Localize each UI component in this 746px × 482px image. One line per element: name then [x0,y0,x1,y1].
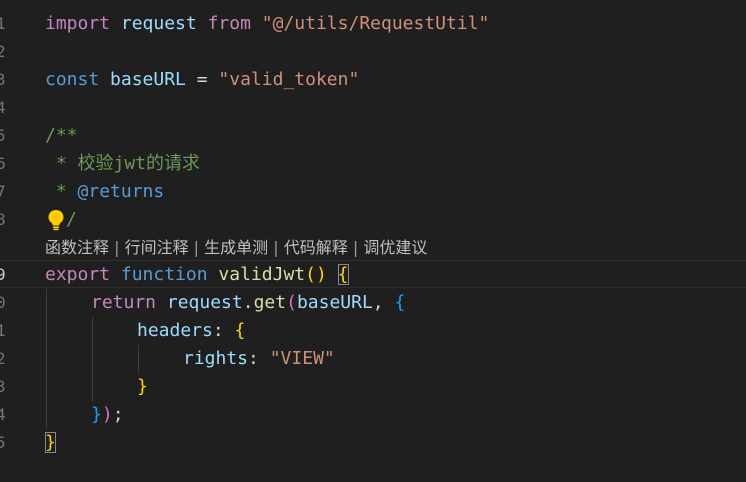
keyword-return: return [91,292,157,313]
code-line-15[interactable]: } [45,429,56,457]
keyword-from: from [207,13,251,34]
keyword-const: const [45,69,100,90]
code-line-12[interactable]: rights: "VIEW" [183,345,335,373]
codelens-generate-unit-test[interactable]: 生成单测 [204,238,268,257]
codelens-separator: | [347,238,364,257]
headers-open-brace: { [234,320,246,341]
comment-open: /** [45,125,78,146]
colon: : [248,348,259,369]
indent-guide [46,289,47,429]
identifier-request: request [166,292,243,313]
line-number: 8 [0,210,6,229]
code-line-1[interactable]: import request from "@/utils/RequestUtil… [45,10,489,38]
identifier-baseurl: baseURL [110,69,186,90]
function-name-validjwt: validJwt [218,264,306,285]
codelens-separator: | [268,238,284,257]
lightbulb-icon[interactable] [47,209,65,231]
code-line-7[interactable]: * @returns [45,178,164,206]
code-line-9[interactable]: export function validJwt() { [45,261,349,289]
code-line-11[interactable]: headers: { [137,317,245,345]
string-baseurl-value: "valid_token" [218,69,360,90]
codelens-separator: | [188,238,205,257]
call-close-paren: ) [101,404,113,425]
code-line-14[interactable]: }); [91,401,124,429]
line-number: 3 [0,70,6,89]
code-line-5[interactable]: /** [45,122,78,150]
line-number: 5 [0,126,6,145]
codelens-bar: 函数注释 | 行间注释 | 生成单测 | 代码解释 | 调优建议 [45,236,427,260]
line-number: 2 [0,349,6,368]
jsdoc-returns-tag: @returns [77,181,165,202]
indent-guide [92,317,93,401]
operator-equals: = [196,69,208,90]
code-line-13[interactable]: } [137,373,148,401]
property-headers: headers [137,320,213,341]
codelens-separator: | [109,238,125,257]
line-number: 1 [0,14,6,33]
code-line-6[interactable]: * 校验jwt的请求 [45,150,200,178]
codelens-function-comment[interactable]: 函数注释 [45,238,109,257]
object-open-brace: { [394,292,406,313]
parens: () [305,264,327,285]
semicolon: ; [112,404,124,425]
keyword-import: import [45,13,111,34]
code-line-8[interactable]: / [66,206,77,234]
identifier-baseurl: baseURL [296,292,373,313]
code-line-3[interactable]: const baseURL = "valid_token" [45,66,359,94]
line-number: 6 [0,154,6,173]
code-line-10[interactable]: return request.get(baseURL, { [91,289,405,317]
dot: . [242,292,254,313]
comment-star: * [45,181,78,202]
function-open-brace: { [337,264,349,285]
line-number-active: 9 [0,265,6,284]
line-number: 5 [0,433,6,452]
line-number: 2 [0,42,6,61]
line-number: 3 [0,377,6,396]
codelens-inline-comment[interactable]: 行间注释 [125,238,189,257]
object-close-brace: } [91,404,102,425]
codelens-tuning-suggestion[interactable]: 调优建议 [363,238,427,257]
method-get: get [253,292,287,313]
string-import-path: "@/utils/RequestUtil" [261,13,490,34]
headers-close-brace: } [137,376,148,397]
code-editor[interactable]: 1 2 3 4 5 6 7 8 9 0 1 2 3 4 5 import req… [0,0,746,482]
string-view: "VIEW" [269,348,335,369]
call-open-paren: ( [286,292,297,313]
comma: , [372,292,384,313]
line-number: 0 [0,293,6,312]
indent-guide [138,345,139,373]
line-number: 4 [0,98,6,117]
codelens-code-explanation[interactable]: 代码解释 [284,238,348,257]
function-close-brace: } [45,432,56,453]
keyword-function: function [120,264,208,285]
colon: : [212,320,224,341]
line-number-gutter: 1 2 3 4 5 6 7 8 9 0 1 2 3 4 5 [0,0,14,482]
property-rights: rights [183,348,249,369]
line-number: 4 [0,405,6,424]
keyword-export: export [45,264,111,285]
identifier-request: request [120,13,197,34]
line-number: 1 [0,321,6,340]
comment-description: * 校验jwt的请求 [45,153,201,174]
line-number: 7 [0,182,6,201]
comment-close: / [66,209,77,230]
